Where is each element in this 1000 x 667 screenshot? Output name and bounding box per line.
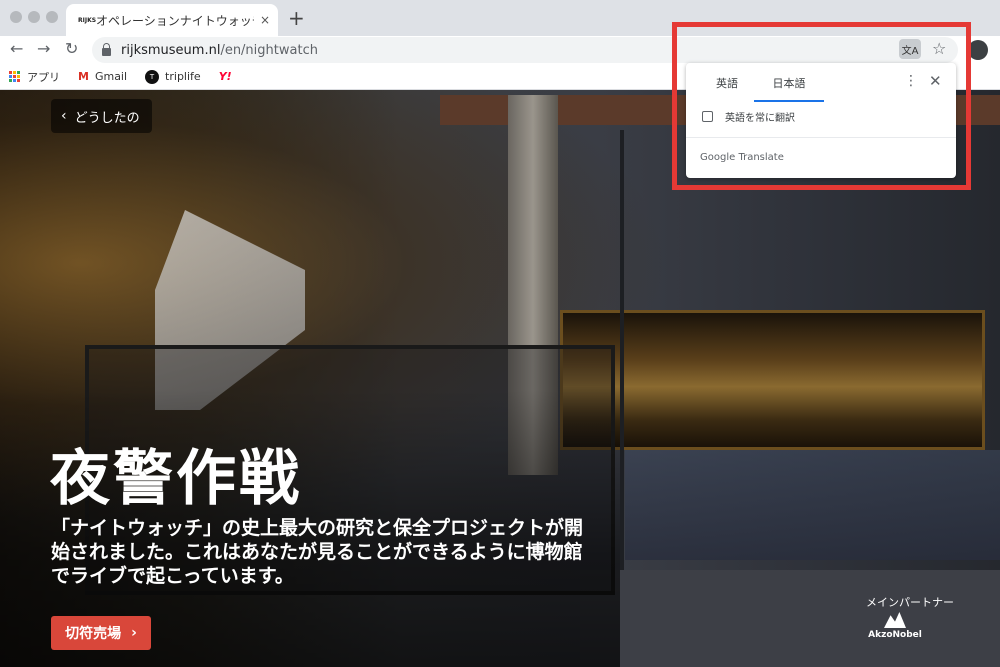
forward-arrow-icon[interactable]: → [37,39,50,58]
url-domain: rijksmuseum.nl [121,42,221,58]
yahoo-icon: Y! [218,70,232,83]
rijksmuseum-favicon-icon: RIJKS [78,16,97,24]
lock-icon[interactable] [102,42,111,56]
ticket-button[interactable]: 切符売場 › [51,616,151,650]
google-translate-brand: Google Translate [700,152,784,163]
browser-tab[interactable]: RIJKS オペレーションナイトウォッチ - × [66,4,278,36]
akzonobel-mark-icon [884,612,906,628]
minimize-window-button[interactable] [28,11,40,23]
tab-source-language[interactable]: 英語 [716,75,738,91]
bookmark-label: アプリ [27,70,60,84]
more-options-icon[interactable]: ⋮ [904,73,918,89]
new-tab-button[interactable]: + [288,6,305,30]
popup-divider [686,137,956,138]
tab-close-icon[interactable]: × [260,13,270,27]
gmail-icon: M [78,70,89,83]
url-path: /en/nightwatch [220,42,318,58]
apps-grid-dot [9,79,12,82]
bookmark-triplife[interactable]: T triplife [145,69,201,84]
back-button-label: どうしたの [74,110,140,126]
profile-avatar[interactable] [968,40,988,60]
visitor-crowd [625,450,1000,560]
back-arrow-icon[interactable]: ← [10,39,23,58]
gallery-floor [580,570,1000,667]
maximize-window-button[interactable] [46,11,58,23]
apps-grid-dot [13,75,16,78]
tab-title: オペレーションナイトウォッチ - [96,13,254,28]
apps-grid-dot [13,79,16,82]
bookmark-label: Gmail [94,70,128,83]
tab-target-language[interactable]: 日本語 [754,75,824,102]
bookmark-label: triplife [165,70,201,83]
akzonobel-logo[interactable]: AkzoNobel [866,612,924,646]
glass-frame [620,130,624,570]
apps-grid-dot [17,75,20,78]
bookmark-apps[interactable]: アプリ [9,69,60,85]
triplife-icon: T [145,69,160,84]
chevron-left-icon: ‹ [61,108,67,124]
apps-grid-dot [9,71,12,74]
reload-icon[interactable]: ↻ [65,39,78,58]
apps-grid-dot [9,75,12,78]
page-title: 夜警作戦 [50,444,302,514]
apps-grid-dot [17,71,20,74]
always-translate-checkbox[interactable] [702,111,713,122]
hero-description: 「ナイトウォッチ」の史上最大の研究と保全プロジェクトが開始されました。これはあな… [51,517,584,587]
apps-grid-dot [13,71,16,74]
bookmark-gmail[interactable]: M Gmail [78,70,127,83]
close-icon[interactable]: ✕ [929,72,942,90]
back-button[interactable]: ‹ どうしたの [51,99,152,133]
partner-label: メインパートナー [866,596,954,609]
partner-name: AkzoNobel [868,630,922,640]
chevron-right-icon: › [131,625,137,641]
always-translate-option[interactable]: 英語を常に翻訳 [702,109,795,124]
translate-popup: 英語 日本語 ⋮ ✕ 英語を常に翻訳 Google Translate [686,63,956,178]
close-window-button[interactable] [10,11,22,23]
apps-grid-dot [17,79,20,82]
always-translate-label: 英語を常に翻訳 [725,113,795,124]
apps-grid-icon [9,71,20,82]
bookmark-yahoo[interactable]: Y! [219,70,238,83]
ticket-button-label: 切符売場 [65,626,122,642]
